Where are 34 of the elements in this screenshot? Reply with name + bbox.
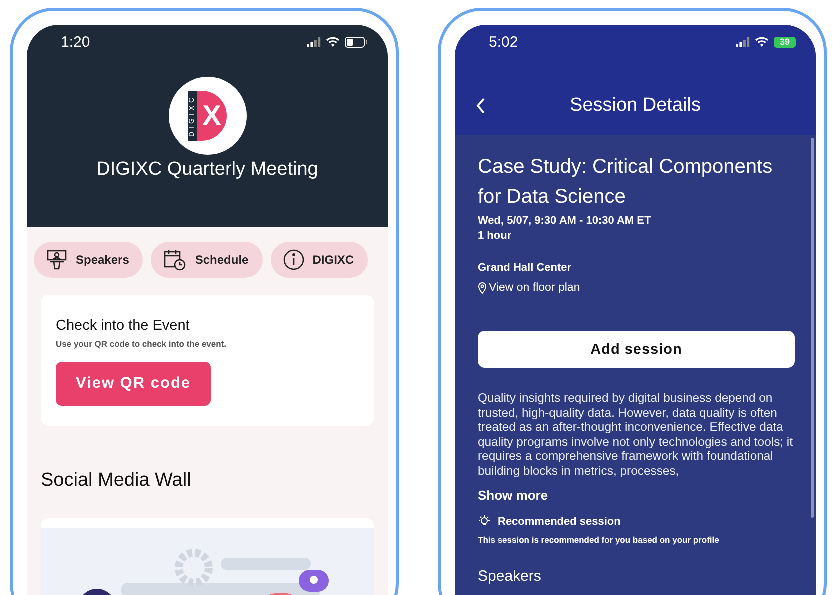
event-title: DIGIXC Quarterly Meeting — [96, 159, 318, 181]
show-more-link[interactable]: Show more — [478, 488, 548, 503]
info-icon — [282, 249, 305, 271]
session-title: Case Study: Critical Components for Data Science — [478, 155, 774, 210]
lightbulb-icon — [478, 515, 491, 528]
card-title: Check into the Event — [56, 318, 191, 334]
session-duration: 1 hour — [478, 230, 513, 242]
logo-letter: X — [197, 91, 227, 141]
session-datetime: Wed, 5/07, 9:30 AM - 10:30 AM ET — [478, 215, 652, 227]
lectern-icon — [46, 249, 68, 271]
nav-tab[interactable]: DIGIXC — [270, 242, 368, 278]
screen-title: Session Details — [569, 95, 702, 117]
view-qr-button[interactable]: View QR code — [56, 362, 211, 406]
status-time: 5:02 — [489, 34, 518, 50]
wifi-icon — [755, 37, 769, 47]
card-subtitle: Use your QR code to check into the event. — [56, 339, 228, 349]
nav-tab[interactable]: Speakers — [34, 242, 144, 278]
location-pin-icon — [478, 282, 487, 294]
battery-indicator: 39 — [774, 36, 796, 48]
session-description: Quality insights required by digital business depend on trusted, high-quality data. However, data quality is often treated as an after-thought inconvenience. Effective data quality programs involve not only technologies and tools; it requires a comprehensive framework with foundational building blocks in metrics, processes, — [478, 391, 794, 478]
nav-tab[interactable]: Schedule — [151, 242, 263, 278]
wifi-icon — [326, 37, 340, 47]
recommended-label: Recommended session — [498, 516, 621, 528]
calendar-clock-icon — [163, 248, 188, 272]
speakers-heading: Speakers — [478, 568, 542, 585]
section-heading: Social Media Wall — [41, 470, 192, 492]
status-time: 1:20 — [61, 34, 90, 50]
session-location: Grand Hall Center — [478, 262, 573, 274]
add-session-button[interactable]: Add session — [478, 331, 795, 368]
recommendation-note: This session is recommended for you based on your profile — [478, 535, 720, 545]
signal-icon — [736, 37, 750, 47]
battery-icon — [345, 36, 368, 48]
floor-plan-link[interactable]: View on floor plan — [489, 282, 580, 294]
signal-icon — [307, 37, 321, 47]
